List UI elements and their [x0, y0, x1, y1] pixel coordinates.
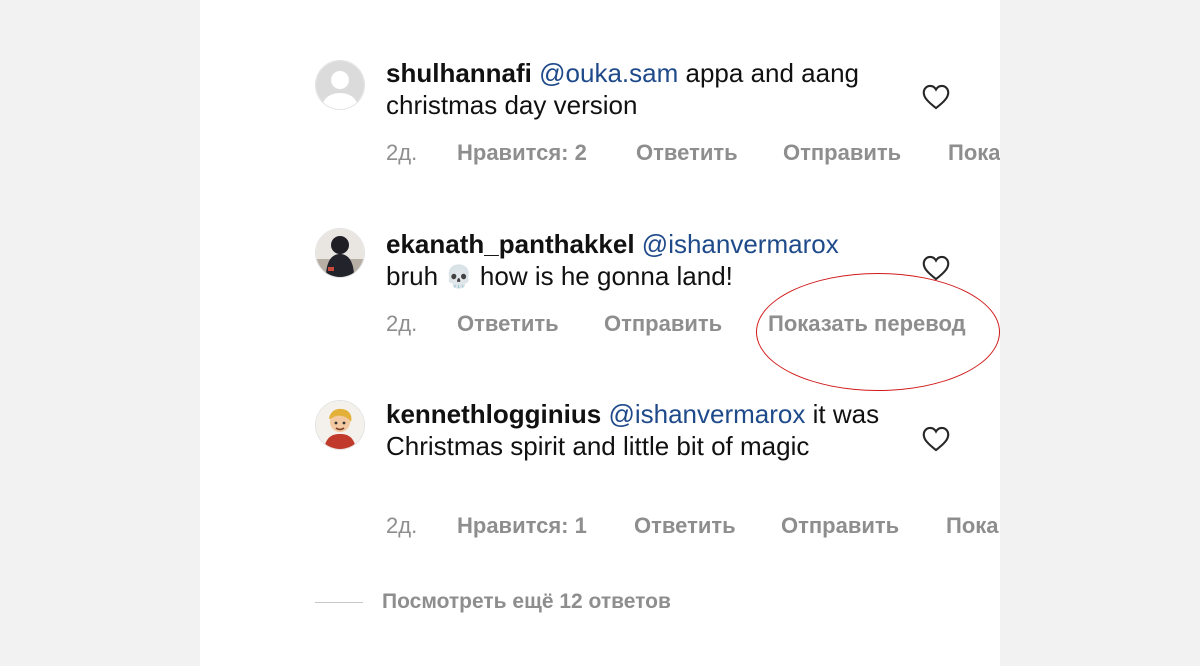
- like-heart-icon[interactable]: [922, 426, 950, 452]
- comment-username[interactable]: shulhannafi: [386, 58, 532, 88]
- likes-count-button[interactable]: Нравится: 2: [457, 140, 587, 166]
- comment-username[interactable]: ekanath_panthakkel: [386, 229, 635, 259]
- comment-timestamp: 2д.: [386, 513, 418, 538]
- comment-mention[interactable]: @ouka.sam: [539, 58, 678, 88]
- comment-text: shulhannafi @ouka.sam appa and aang chri…: [386, 57, 886, 121]
- view-more-replies-button[interactable]: Посмотреть ещё 12 ответов: [382, 590, 671, 614]
- send-button[interactable]: Отправить: [783, 140, 901, 166]
- comment-mention[interactable]: @ishanvermarox: [608, 399, 805, 429]
- comment-username[interactable]: kennethlogginius: [386, 399, 601, 429]
- reply-button[interactable]: Ответить: [636, 140, 738, 166]
- comment-timestamp: 2д.: [386, 311, 418, 336]
- show-translation-button[interactable]: Пока: [946, 513, 999, 539]
- avatar-user-photo[interactable]: [315, 228, 365, 278]
- comments-panel: shulhannafi @ouka.sam appa and aang chri…: [200, 0, 1000, 666]
- comment-body: bruh: [386, 261, 439, 291]
- avatar-default-icon[interactable]: [315, 60, 365, 110]
- likes-count-button[interactable]: Нравится: 1: [457, 513, 587, 539]
- view-more-divider: [315, 602, 363, 603]
- send-button[interactable]: Отправить: [604, 311, 722, 337]
- comment-timestamp: 2д.: [386, 140, 418, 165]
- comment-text: kennethlogginius @ishanvermarox it was C…: [386, 398, 886, 462]
- reply-button[interactable]: Ответить: [634, 513, 736, 539]
- comment-mention[interactable]: @ishanvermarox: [642, 229, 839, 259]
- send-button[interactable]: Отправить: [781, 513, 899, 539]
- show-translation-button[interactable]: Пока: [948, 140, 1000, 166]
- like-heart-icon[interactable]: [922, 84, 950, 110]
- highlight-circle-annotation: [756, 273, 1000, 391]
- skull-emoji-icon: 💀: [445, 264, 473, 289]
- avatar-user-cartoon[interactable]: [315, 400, 365, 450]
- reply-button[interactable]: Ответить: [457, 311, 559, 337]
- comment-body-continued: how is he gonna land!: [479, 261, 733, 291]
